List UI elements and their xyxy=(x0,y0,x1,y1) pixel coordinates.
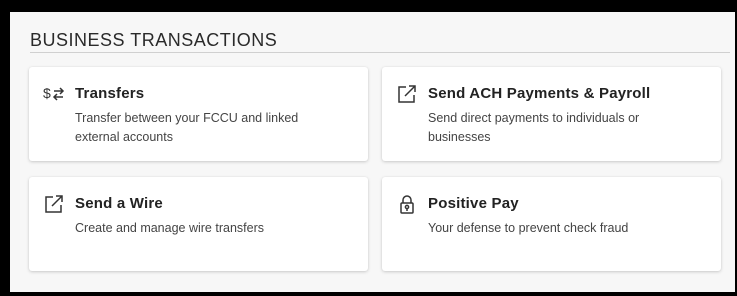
business-transactions-panel: BUSINESS TRANSACTIONS $ Transfers Transf… xyxy=(10,12,735,292)
external-link-icon xyxy=(396,83,418,105)
transfers-card[interactable]: $ Transfers Transfer between your FCCU a… xyxy=(29,67,368,161)
positive-pay-card[interactable]: Positive Pay Your defense to prevent che… xyxy=(382,177,721,271)
dollar-transfer-icon: $ xyxy=(43,83,65,105)
send-ach-payments-card[interactable]: Send ACH Payments & Payroll Send direct … xyxy=(382,67,721,161)
card-description: Create and manage wire transfers xyxy=(75,221,264,235)
card-title: Send a Wire xyxy=(75,195,163,212)
card-title: Positive Pay xyxy=(428,195,519,212)
lock-icon xyxy=(396,193,418,215)
title-divider xyxy=(30,52,730,53)
card-description: Transfer between your FCCU and linked ex… xyxy=(75,111,299,144)
external-link-icon xyxy=(43,193,65,215)
svg-text:$: $ xyxy=(43,85,51,101)
card-title: Transfers xyxy=(75,85,145,102)
card-description: Your defense to prevent check fraud xyxy=(428,221,629,235)
card-title: Send ACH Payments & Payroll xyxy=(428,85,651,102)
section-title: BUSINESS TRANSACTIONS xyxy=(30,30,278,50)
card-description: Send direct payments to individuals or b… xyxy=(428,111,640,144)
send-wire-card[interactable]: Send a Wire Create and manage wire trans… xyxy=(29,177,368,271)
